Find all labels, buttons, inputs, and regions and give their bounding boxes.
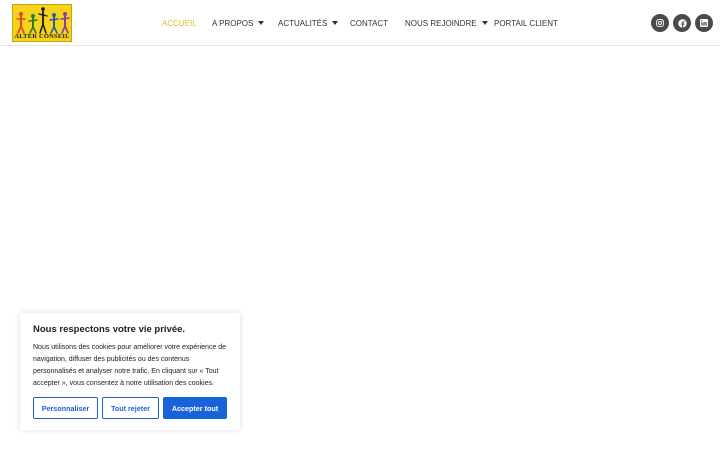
nav-nous-rejoindre[interactable]: NOUS REJOINDRE [405,17,488,29]
cookie-consent-banner: Nous respectons votre vie privée. Nous u… [20,313,240,430]
instagram-icon [656,19,664,27]
nav-portail-client[interactable]: PORTAIL CLIENT [494,17,558,29]
nav-actualites-label: ACTUALITÉS [278,18,328,28]
nav-actualites[interactable]: ACTUALITÉS [278,17,339,29]
cookie-banner-text: Nous utilisons des cookies pour améliore… [33,344,226,387]
chevron-down-icon [258,21,265,25]
accept-all-button[interactable]: Accepter tout [163,397,227,419]
nav-portail-client-label: PORTAIL CLIENT [494,18,558,28]
nav-contact-label: CONTACT [350,18,389,28]
linkedin-icon [700,19,708,27]
chevron-down-icon [481,21,488,25]
site-logo[interactable]: ALTER CONSEIL [12,4,72,42]
nav-a-propos-label: A PROPOS [212,18,254,28]
nav-nous-rejoindre-label: NOUS REJOINDRE [405,18,477,28]
reject-all-button[interactable]: Tout rejeter [102,397,159,419]
logo-text: ALTER CONSEIL [14,33,70,40]
chevron-down-icon [332,21,339,25]
nav-accueil-label: ACCUEIL [162,18,197,28]
instagram-link[interactable] [651,14,669,32]
facebook-link[interactable] [673,14,691,32]
nav-contact[interactable]: CONTACT [350,17,388,29]
linkedin-link[interactable] [695,14,713,32]
cookie-banner-title: Nous respectons votre vie privée. [33,324,186,335]
site-header: ALTER CONSEIL ACCUEIL A PROPOS ACTUALITÉ… [0,0,720,46]
nav-a-propos[interactable]: A PROPOS [212,17,265,29]
facebook-icon [677,18,687,28]
nav-accueil[interactable]: ACCUEIL [162,17,197,29]
customize-button[interactable]: Personnaliser [33,397,98,419]
